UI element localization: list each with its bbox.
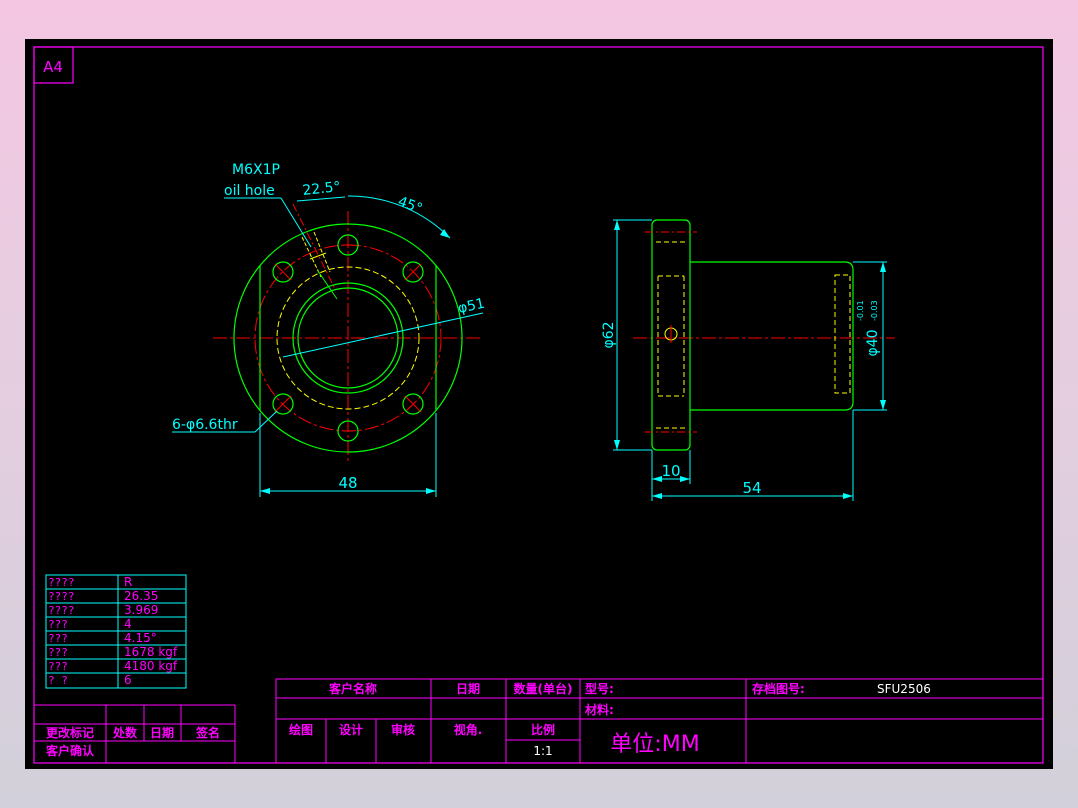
side-view: φ62 φ40 -0.01 -0.03 10 54 bbox=[601, 219, 895, 501]
title-block: 客户名称 日期 数量(单台) 型号: 存档图号: SFU2506 材料: 绘图 … bbox=[275, 678, 1044, 764]
drawing-no: SFU2506 bbox=[877, 682, 931, 696]
spec-name: ??? bbox=[48, 660, 68, 673]
spec-value: 1678 kgf bbox=[124, 645, 178, 659]
spec-name: ???? bbox=[48, 576, 75, 589]
spec-name: ??? bbox=[48, 618, 68, 631]
angle-22-5-label: 22.5° bbox=[302, 179, 342, 199]
spec-value: 3.969 bbox=[124, 603, 158, 617]
count-label: 处数 bbox=[112, 725, 138, 740]
drawn-label: 绘图 bbox=[289, 722, 313, 737]
length-label: 54 bbox=[742, 479, 761, 497]
spec-name: ??? bbox=[48, 632, 68, 645]
front-view: M6X1P oil hole 22.5° 45° φ51 6-φ6.6thr 4… bbox=[172, 162, 486, 497]
spec-value: R bbox=[124, 575, 132, 589]
revision-block: 更改标记 处数 日期 签名 客户确认 bbox=[34, 704, 236, 763]
rev-date-label: 日期 bbox=[150, 725, 174, 740]
oil-hole-leader bbox=[280, 197, 312, 248]
material-label: 材料: bbox=[584, 702, 614, 717]
spec-table: ???? R ???? 26.35 ???? 3.969 ??? 4 ??? 4… bbox=[45, 574, 187, 689]
spec-name: ???? bbox=[48, 604, 75, 617]
cad-drawing: A4 M6X1P oil hole 22.5° 45° φ51 6-φ6.6th… bbox=[33, 46, 1044, 764]
tol-upper: -0.01 bbox=[856, 300, 865, 321]
date-label: 日期 bbox=[456, 681, 480, 696]
sign-label: 签名 bbox=[195, 725, 220, 740]
oil-hole-sublabel: oil hole bbox=[224, 183, 275, 199]
angle-45-label: 45° bbox=[396, 194, 425, 218]
oil-hole-label: M6X1P bbox=[232, 162, 280, 178]
spec-value: 6 bbox=[124, 673, 132, 687]
quantity-label: 数量(单台) bbox=[514, 681, 573, 696]
sheet-size-label: A4 bbox=[43, 58, 63, 76]
holes-label: 6-φ6.6thr bbox=[172, 417, 238, 433]
spec-value: 26.35 bbox=[124, 589, 158, 603]
tol-lower: -0.03 bbox=[870, 300, 879, 321]
scale-value: 1:1 bbox=[533, 744, 552, 758]
spec-name: ??? bbox=[48, 646, 68, 659]
check-label: 审核 bbox=[391, 722, 415, 737]
scale-label: 比例 bbox=[531, 722, 555, 737]
width-label: 48 bbox=[338, 474, 357, 492]
pcd-leader bbox=[282, 312, 484, 358]
design-label: 设计 bbox=[339, 722, 363, 737]
flange-dia-label: φ62 bbox=[601, 321, 617, 348]
model-label: 型号: bbox=[585, 681, 614, 696]
customer-name-label: 客户名称 bbox=[328, 681, 377, 696]
outer-frame bbox=[33, 46, 1044, 764]
drawing-canvas: A4 M6X1P oil hole 22.5° 45° φ51 6-φ6.6th… bbox=[25, 39, 1053, 769]
spec-name: ? ? bbox=[48, 674, 68, 687]
drawing-no-label: 存档图号: bbox=[751, 681, 805, 696]
view-angle-label: 视角. bbox=[454, 722, 483, 737]
body-dia-label: φ40 bbox=[865, 329, 881, 356]
unit-label: 单位:MM bbox=[610, 732, 699, 757]
spec-value: 4.15° bbox=[124, 631, 157, 645]
change-mark-label: 更改标记 bbox=[46, 725, 94, 740]
customer-confirm-label: 客户确认 bbox=[45, 743, 95, 758]
spec-value: 4 bbox=[124, 617, 132, 631]
side-body bbox=[690, 261, 854, 411]
flange-thk-label: 10 bbox=[661, 462, 680, 480]
spec-value: 4180 kgf bbox=[124, 659, 178, 673]
spec-name: ???? bbox=[48, 590, 75, 603]
holes-leader bbox=[254, 410, 278, 433]
